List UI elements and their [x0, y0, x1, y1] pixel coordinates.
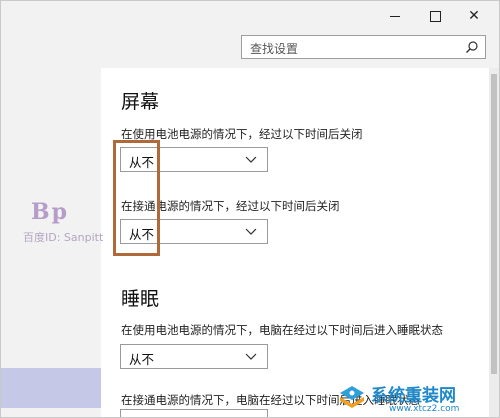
- search-placeholder: 查找设置: [250, 42, 299, 56]
- brand-watermark: 系统重装网 www.xtcz2.com: [337, 379, 499, 417]
- scroll-thumb[interactable]: [491, 74, 497, 374]
- minimize-button[interactable]: [377, 3, 413, 29]
- sleep-plugged-dropdown[interactable]: [120, 409, 268, 417]
- brand-url: www.xtcz2.com: [389, 404, 460, 414]
- settings-window: ✕ 查找设置 Bp 百度ID: Sanpitt 屏幕 在使用电池电源的情况下，经…: [0, 0, 500, 418]
- scrollbar[interactable]: [489, 68, 499, 417]
- screen-section-title: 屏幕: [121, 91, 160, 113]
- maximize-button[interactable]: [417, 3, 453, 29]
- dropdown-value: 从不: [129, 352, 155, 367]
- title-bar: ✕ 查找设置: [1, 1, 499, 68]
- close-button[interactable]: ✕: [456, 3, 492, 29]
- maximize-icon: [429, 10, 441, 22]
- sleep-section-title: 睡眠: [121, 288, 160, 310]
- chevron-down-icon: [245, 156, 257, 163]
- chevron-down-icon: [245, 353, 257, 360]
- minimize-icon: [390, 15, 400, 17]
- watermark-logo: Bp: [31, 199, 69, 225]
- watermark-text: 百度ID: Sanpitt: [23, 231, 104, 244]
- search-icon[interactable]: [465, 40, 479, 54]
- brand-name: 系统重装网: [371, 386, 456, 406]
- watermark: Bp 百度ID: Sanpitt: [23, 199, 113, 249]
- sidebar-item-selected[interactable]: [1, 368, 101, 408]
- highlight-annotation: [113, 140, 160, 256]
- close-icon: ✕: [468, 8, 480, 24]
- search-input[interactable]: 查找设置: [241, 35, 486, 59]
- brand-logo-icon: [340, 386, 364, 408]
- sleep-battery-label: 在使用电池电源的情况下，电脑在经过以下时间后进入睡眠状态: [121, 323, 443, 337]
- chevron-down-icon: [245, 228, 257, 235]
- sleep-battery-dropdown[interactable]: 从不: [120, 344, 268, 369]
